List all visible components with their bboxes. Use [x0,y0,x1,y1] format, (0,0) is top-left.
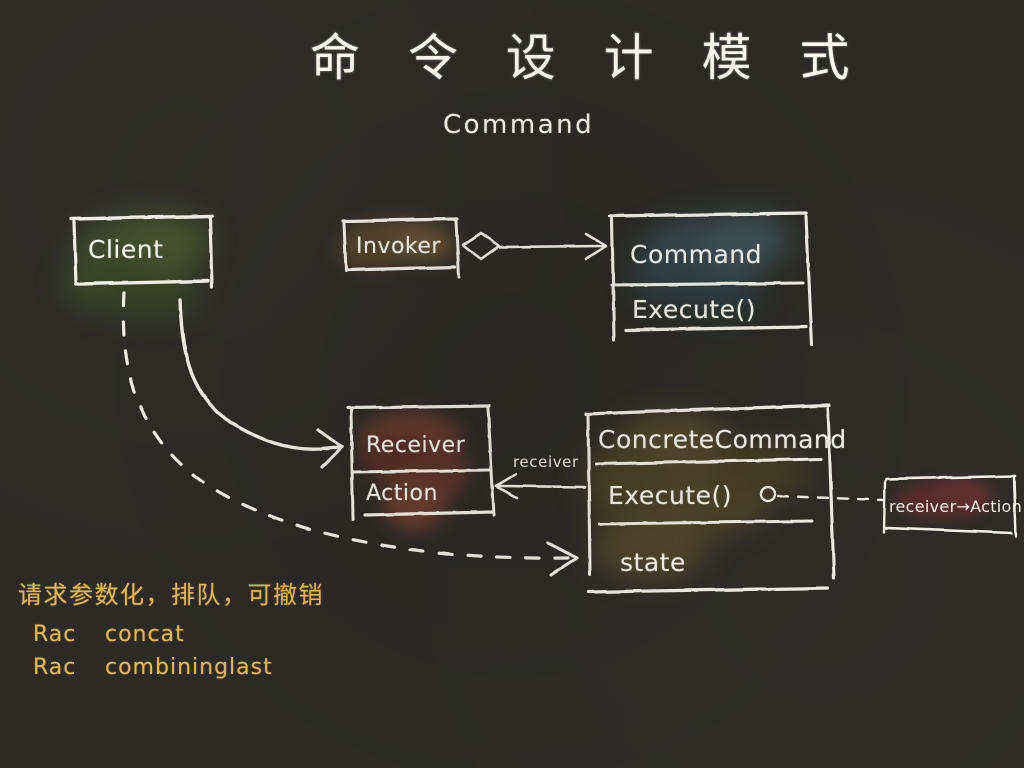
annotation-2-value: combininglast [105,655,273,680]
box-outline-command [608,211,814,347]
edge-execute-note [759,485,886,503]
whiteboard-canvas: Command ---------- --> Receiver (receive… [0,0,1024,768]
annotation-line-1: Rac concat [33,622,185,647]
box-title-invoker: Invoker [356,234,441,259]
page-subtitle: Command [443,110,595,140]
annotation-2-key: Rac [33,655,77,680]
edge-invoker-command [461,231,608,261]
box-title-command: Command [630,240,762,269]
box-title-client: Client [88,235,164,264]
edge-label-receiver: receiver [513,453,579,471]
annotation-line-2: Rac combininglast [33,655,273,680]
edge-client-receiver [178,298,344,469]
box-member-command-execute: Execute() [632,295,756,324]
box-title-receiver: Receiver [366,433,466,458]
edge-concrete-receiver [494,472,587,500]
box-title-concrete-command: ConcreteCommand [598,425,847,454]
page-title: 命 令 设 计 模 式 [310,29,866,87]
note-text-receiver-action: receiver→Action [889,497,1023,516]
annotation-1-key: Rac [33,622,77,647]
box-member-receiver-action: Action [366,481,438,506]
box-member-concrete-state: state [620,548,686,577]
annotation-chinese: 请求参数化，排队，可撤销 [18,581,324,609]
annotation-1-value: concat [105,622,185,647]
box-member-concrete-execute: Execute() [608,481,732,510]
